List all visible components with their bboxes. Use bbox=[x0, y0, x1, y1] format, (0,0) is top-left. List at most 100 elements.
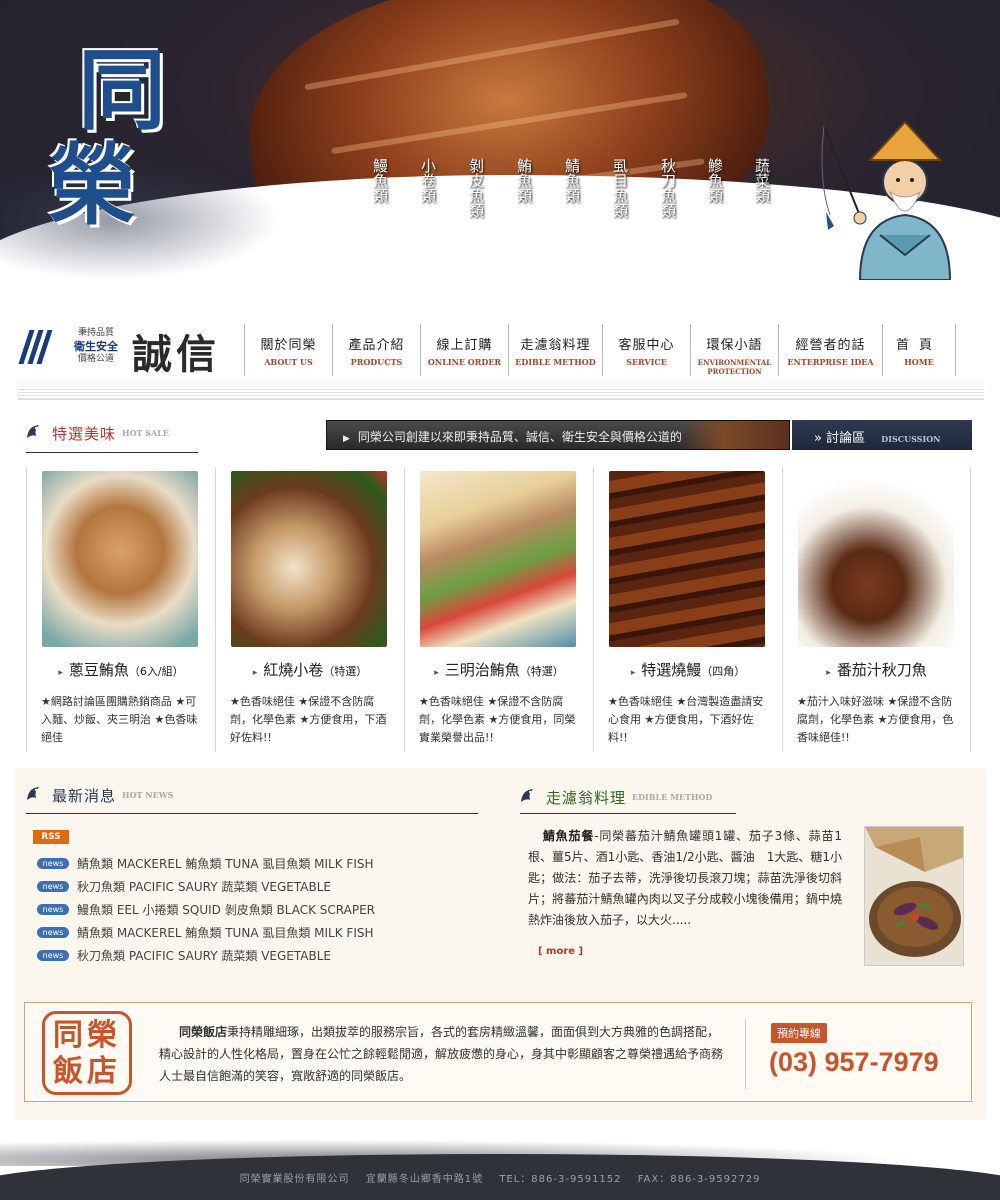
category-link[interactable]: 鰻魚類 bbox=[368, 158, 389, 203]
nav-item-environment[interactable]: 環保小語 ENVIRONMENTAL PROTECTION bbox=[690, 324, 778, 376]
nav-item-about[interactable]: 關於同榮 ABOUT US bbox=[244, 324, 332, 376]
product-name[interactable]: ▸ 特選燒鰻（四角） bbox=[594, 659, 782, 680]
category-link[interactable]: 鯖魚類 bbox=[560, 158, 581, 203]
nav-item-sublabel: PRODUCTS bbox=[350, 357, 403, 367]
fish-icon bbox=[27, 425, 39, 438]
news-item[interactable]: news 鯖魚類 MACKEREL 鮪魚類 TUNA 虱目魚類 MILK FISH bbox=[37, 852, 477, 875]
double-chevron-icon: » bbox=[814, 431, 822, 446]
nav-item-label: 經營者的話 bbox=[795, 338, 866, 353]
news-tag: news bbox=[37, 904, 69, 915]
footer-fax: FAX：886-3-9592729 bbox=[637, 1174, 761, 1185]
footer-address: 宜蘭縣冬山鄉香中路1號 bbox=[365, 1174, 484, 1185]
category-link[interactable]: 蔬菜類 bbox=[750, 158, 771, 203]
recipe-more-link[interactable]: [ more ] bbox=[538, 946, 583, 957]
footer-tel: TEL：886-3-9591152 bbox=[499, 1174, 622, 1185]
nav-item-edible-method[interactable]: 走濾翁料理 EDIBLE METHOD bbox=[508, 324, 602, 376]
news-heading: 最新消息 HOT NEWS bbox=[24, 784, 173, 806]
nav-item-sublabel: HOME bbox=[904, 357, 934, 367]
product-image[interactable] bbox=[798, 471, 954, 647]
nav-item-label: 線上訂購 bbox=[436, 338, 493, 353]
product-card[interactable]: ▸ 特選燒鰻（四角） ★色香味絕佳 ★台灣製造盡請安心食用 ★方便食用，下酒好佐料… bbox=[593, 467, 782, 752]
divider bbox=[745, 1019, 746, 1089]
product-image[interactable] bbox=[609, 471, 765, 647]
nav-item-label: 走濾翁料理 bbox=[520, 338, 591, 353]
section-subtitle: EDIBLE METHOD bbox=[632, 792, 713, 802]
product-description: ★網路討論區團購熱銷商品 ★可入麵、炒飯、夾三明治 ★色香味絕佳 bbox=[41, 695, 198, 744]
recipe-image[interactable] bbox=[864, 826, 964, 966]
logo-char-rong[interactable]: 榮 bbox=[48, 115, 136, 242]
nav-item-sublabel: ENTERPRISE IDEA bbox=[787, 357, 874, 367]
nav-item-label: 產品介紹 bbox=[348, 338, 405, 353]
product-card[interactable]: ▸ 三明治鮪魚（特選） ★色香味絕佳 ★保證不含防腐劑，化學色素 ★方便食用，同榮… bbox=[404, 467, 593, 752]
bullet-icon: ▸ bbox=[58, 668, 63, 678]
fish-icon bbox=[521, 789, 533, 802]
announcement-marquee[interactable]: ▶ 同榮公司創建以來即秉持品質、誠信、衛生安全與價格公道的 bbox=[326, 420, 790, 450]
news-item[interactable]: news 鯖魚類 MACKEREL 鮪魚類 TUNA 虱目魚類 MILK FISH bbox=[37, 921, 477, 944]
news-item[interactable]: news 秋刀魚類 PACIFIC SAURY 蔬菜類 VEGETABLE bbox=[37, 944, 477, 967]
nav-item-home[interactable]: 首頁 HOME bbox=[882, 324, 956, 376]
fish-icon bbox=[27, 787, 39, 800]
nav-item-sublabel: ABOUT US bbox=[264, 357, 313, 367]
restaurant-name: 同榮飯店 bbox=[179, 1025, 228, 1039]
restaurant-logo-line: 飯店 bbox=[53, 1054, 121, 1089]
restaurant-banner[interactable]: 同榮 飯店 同榮飯店秉持精雕細琢，出類拔萃的服務宗旨，各式的套房精緻溫馨，面面俱… bbox=[24, 1002, 972, 1102]
product-card[interactable]: ▸ 蔥豆鮪魚（6入/組） ★網路討論區團購熱銷商品 ★可入麵、炒飯、夾三明治 ★色… bbox=[26, 467, 215, 752]
section-subtitle: HOT NEWS bbox=[122, 790, 174, 800]
nav-menu: 關於同榮 ABOUT US 產品介紹 PRODUCTS 線上訂購 ONLINE … bbox=[244, 324, 956, 376]
category-link[interactable]: 小卷類 bbox=[416, 158, 437, 203]
news-list: news 鯖魚類 MACKEREL 鮪魚類 TUNA 虱目魚類 MILK FISH… bbox=[37, 852, 477, 967]
product-name[interactable]: ▸ 三明治鮪魚（特選） bbox=[405, 659, 593, 680]
product-image[interactable] bbox=[231, 471, 387, 647]
news-item[interactable]: news 鰻魚類 EEL 小捲類 SQUID 剝皮魚類 BLACK SCRAPER bbox=[37, 898, 477, 921]
reservation-phone[interactable]: (03) 957-7979 bbox=[769, 1047, 939, 1078]
product-name[interactable]: ▸ 蔥豆鮪魚（6入/組） bbox=[27, 659, 215, 680]
nav-item-sublabel: ONLINE ORDER bbox=[427, 357, 502, 367]
rss-badge[interactable]: RSS bbox=[33, 830, 69, 844]
nav-item-sublabel: SERVICE bbox=[626, 357, 667, 367]
news-tag: news bbox=[37, 950, 69, 961]
nav-item-online-order[interactable]: 線上訂購 ONLINE ORDER bbox=[420, 324, 508, 376]
product-image[interactable] bbox=[420, 471, 576, 647]
category-link[interactable]: 虱目魚類 bbox=[608, 158, 629, 218]
product-name[interactable]: ▸ 番茄汁秋刀魚 bbox=[783, 659, 970, 680]
product-card[interactable]: ▸ 紅燒小卷（特選） ★色香味絕佳 ★保證不含防腐劑，化學色素 ★方便食用，下酒好… bbox=[215, 467, 404, 752]
product-list: ▸ 蔥豆鮪魚（6入/組） ★網路討論區團購熱銷商品 ★可入麵、炒飯、夾三明治 ★色… bbox=[26, 467, 972, 752]
discussion-label: 討論區 bbox=[826, 431, 866, 446]
play-icon: ▶ bbox=[343, 434, 350, 444]
category-link[interactable]: 剝皮魚類 bbox=[464, 158, 485, 218]
brand-value: 衛生安全 bbox=[74, 340, 118, 353]
reservation-label: 預約專線 bbox=[771, 1023, 827, 1043]
category-links: 蔬菜類 鰺魚類 秋刀魚類 虱目魚類 鯖魚類 鮪魚類 剝皮魚類 小卷類 鰻魚類 bbox=[368, 158, 778, 243]
footer: 同榮實業股份有限公司 宜蘭縣冬山鄉香中路1號 TEL：886-3-9591152… bbox=[0, 1130, 1000, 1200]
news-item-text: 秋刀魚類 PACIFIC SAURY 蔬菜類 VEGETABLE bbox=[77, 880, 331, 894]
section-underline bbox=[26, 452, 198, 453]
product-name[interactable]: ▸ 紅燒小卷（特選） bbox=[216, 659, 404, 680]
brand-value: 價格公道 bbox=[77, 354, 114, 364]
product-description: ★色香味絕佳 ★台灣製造盡請安心食用 ★方便食用，下酒好佐料!! bbox=[608, 695, 764, 744]
nav-item-service[interactable]: 客服中心 SERVICE bbox=[602, 324, 690, 376]
nav-divider-lines bbox=[18, 387, 984, 399]
news-tag: news bbox=[37, 858, 69, 869]
recipe-photo bbox=[865, 827, 963, 957]
news-tag: news bbox=[37, 881, 69, 892]
news-tag: news bbox=[37, 927, 69, 938]
nav-item-enterprise-idea[interactable]: 經營者的話 ENTERPRISE IDEA bbox=[778, 324, 882, 376]
footer-company: 同榮實業股份有限公司 bbox=[239, 1174, 350, 1185]
nav-item-products[interactable]: 產品介紹 PRODUCTS bbox=[332, 324, 420, 376]
discussion-button[interactable]: » 討論區 DISCUSSION bbox=[792, 420, 972, 450]
nav-item-sublabel: ENVIRONMENTAL PROTECTION bbox=[697, 358, 772, 376]
product-card[interactable]: ▸ 番茄汁秋刀魚 ★茄汁入味好滋味 ★保證不含防腐劑，化學色素 ★方便食用，色香味… bbox=[782, 467, 971, 752]
section-title: 特選美味 bbox=[52, 424, 117, 443]
section-subtitle: HOT SALE bbox=[122, 428, 169, 438]
main-navigation: 秉持品質 衛生安全 價格公道 誠信 關於同榮 ABOUT US 產品介紹 PRO… bbox=[18, 320, 984, 400]
news-item[interactable]: news 秋刀魚類 PACIFIC SAURY 蔬菜類 VEGETABLE bbox=[37, 875, 477, 898]
recipe-lead[interactable]: 鯖魚茄餐 bbox=[542, 829, 594, 843]
category-link[interactable]: 鰺魚類 bbox=[703, 158, 724, 203]
product-image[interactable] bbox=[42, 471, 198, 647]
category-link[interactable]: 鮪魚類 bbox=[512, 158, 533, 203]
nav-item-sublabel: EDIBLE METHOD bbox=[515, 357, 596, 367]
marquee-text: 同榮公司創建以來即秉持品質、誠信、衛生安全與價格公道的 bbox=[357, 430, 682, 444]
section-underline bbox=[520, 813, 736, 814]
category-link[interactable]: 秋刀魚類 bbox=[656, 158, 677, 218]
bullet-icon: ▸ bbox=[434, 668, 439, 678]
